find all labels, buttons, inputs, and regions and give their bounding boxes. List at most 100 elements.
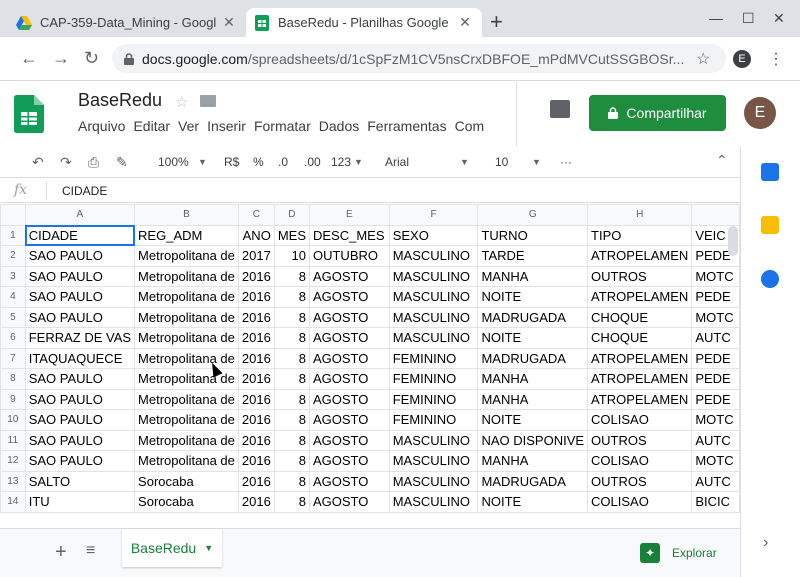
grid-cell[interactable]: Metropolitana de: [134, 306, 239, 328]
grid-cell[interactable]: OUTROS: [587, 470, 693, 492]
avatar[interactable]: E: [744, 97, 776, 129]
spreadsheet-grid[interactable]: ABCDEFGH 1 CIDADE REG_ADM ANO MES DESC_MES SEX…: [0, 204, 740, 528]
formula-input[interactable]: CIDADE: [62, 184, 107, 198]
grid-cell[interactable]: MASCULINO: [388, 306, 479, 328]
row-header[interactable]: 1: [0, 224, 26, 246]
grid-cell[interactable]: MOTC: [691, 450, 740, 472]
menu-ferramentas[interactable]: Ferramentas: [367, 118, 446, 134]
grid-cell[interactable]: NOITE: [477, 409, 589, 431]
row-header[interactable]: 8: [0, 368, 26, 390]
grid-cell[interactable]: MOTC: [691, 306, 740, 328]
grid-cell[interactable]: MASCULINO: [388, 491, 479, 513]
column-header[interactable]: G: [477, 204, 589, 226]
column-header[interactable]: C: [237, 204, 275, 226]
grid-cell[interactable]: AUTC: [691, 470, 740, 492]
grid-cell[interactable]: SAO PAULO: [24, 368, 136, 390]
grid-cell[interactable]: Metropolitana de: [134, 327, 239, 349]
grid-cell[interactable]: 2016: [237, 306, 275, 328]
comment-history-icon[interactable]: [550, 100, 570, 118]
grid-cell[interactable]: COLISAO: [587, 450, 693, 472]
grid-cell[interactable]: 2016: [237, 409, 275, 431]
grid-cell[interactable]: 2016: [237, 470, 275, 492]
grid-cell[interactable]: Metropolitana de: [134, 368, 239, 390]
chevron-right-icon[interactable]: ›: [763, 534, 768, 552]
tasks-icon[interactable]: [761, 270, 779, 288]
grid-cell[interactable]: Metropolitana de: [134, 450, 239, 472]
grid-cell[interactable]: Metropolitana de: [134, 245, 239, 267]
grid-cell[interactable]: MASCULINO: [388, 327, 479, 349]
select-all-corner[interactable]: [0, 204, 26, 226]
row-header[interactable]: 6: [0, 327, 26, 349]
grid-cell[interactable]: 2016: [237, 429, 275, 451]
grid-cell[interactable]: 8: [273, 327, 310, 349]
row-header[interactable]: 3: [0, 265, 26, 287]
chevron-down-icon[interactable]: ▼: [354, 157, 363, 167]
grid-cell[interactable]: MANHA: [477, 368, 589, 390]
grid-cell[interactable]: ATROPELAMEN: [587, 286, 693, 308]
more-formats-button[interactable]: 123: [331, 155, 351, 169]
menu-ver[interactable]: Ver: [178, 118, 199, 134]
vertical-scrollbar[interactable]: [728, 226, 738, 256]
row-header[interactable]: 14: [0, 491, 26, 513]
grid-cell[interactable]: FEMININO: [388, 347, 479, 369]
grid-cell[interactable]: ANO: [237, 224, 275, 246]
close-icon[interactable]: ✕: [220, 14, 238, 31]
grid-cell[interactable]: SAO PAULO: [24, 429, 136, 451]
grid-cell[interactable]: SALTO: [24, 470, 136, 492]
grid-cell[interactable]: SAO PAULO: [24, 286, 136, 308]
grid-cell[interactable]: CIDADE: [24, 224, 136, 246]
grid-cell[interactable]: MASCULINO: [388, 265, 479, 287]
decrease-decimal-button[interactable]: .0: [278, 155, 288, 169]
grid-cell[interactable]: AGOSTO: [308, 491, 390, 513]
collapse-menus-icon[interactable]: ⌃: [716, 152, 728, 169]
grid-cell[interactable]: MASCULINO: [388, 470, 479, 492]
address-bar[interactable]: docs.google.com /spreadsheets/d/1cSpFzM1…: [112, 44, 726, 73]
grid-cell[interactable]: AGOSTO: [308, 265, 390, 287]
star-icon[interactable]: ☆: [175, 93, 188, 111]
grid-cell[interactable]: AGOSTO: [308, 429, 390, 451]
calendar-icon[interactable]: [761, 163, 779, 181]
grid-cell[interactable]: AUTC: [691, 327, 740, 349]
grid-cell[interactable]: MASCULINO: [388, 245, 479, 267]
grid-cell[interactable]: 2016: [237, 347, 275, 369]
grid-cell[interactable]: 8: [273, 347, 310, 369]
chevron-down-icon[interactable]: ▼: [204, 543, 213, 553]
grid-cell[interactable]: AGOSTO: [308, 368, 390, 390]
grid-cell[interactable]: AGOSTO: [308, 347, 390, 369]
column-header[interactable]: [691, 204, 740, 226]
menu-inserir[interactable]: Inserir: [207, 118, 246, 134]
grid-cell[interactable]: FEMININO: [388, 388, 479, 410]
chevron-down-icon[interactable]: ▼: [198, 157, 207, 167]
row-header[interactable]: 2: [0, 245, 26, 267]
print-icon[interactable]: ⎙: [88, 154, 99, 171]
column-header[interactable]: D: [273, 204, 310, 226]
window-close-icon[interactable]: ✕: [773, 10, 785, 27]
grid-cell[interactable]: MES: [273, 224, 310, 246]
keep-icon[interactable]: [761, 216, 779, 234]
grid-cell[interactable]: FERRAZ DE VAS: [24, 327, 136, 349]
menu-formatar[interactable]: Formatar: [254, 118, 311, 134]
grid-cell[interactable]: SAO PAULO: [24, 265, 136, 287]
menu-editar[interactable]: Editar: [133, 118, 170, 134]
browser-menu-icon[interactable]: ⋮: [768, 49, 784, 69]
grid-cell[interactable]: TURNO: [477, 224, 589, 246]
grid-cell[interactable]: ATROPELAMEN: [587, 347, 693, 369]
grid-cell[interactable]: NOITE: [477, 327, 589, 349]
menu-comentarios[interactable]: Com: [455, 118, 485, 134]
grid-cell[interactable]: SAO PAULO: [24, 388, 136, 410]
grid-cell[interactable]: AGOSTO: [308, 286, 390, 308]
google-sheets-logo-icon[interactable]: [14, 95, 44, 133]
column-header[interactable]: E: [308, 204, 390, 226]
grid-cell[interactable]: MOTC: [691, 265, 740, 287]
chevron-down-icon[interactable]: ▼: [532, 157, 541, 167]
menu-arquivo[interactable]: Arquivo: [78, 118, 125, 134]
grid-cell[interactable]: Metropolitana de: [134, 286, 239, 308]
grid-cell[interactable]: FEMININO: [388, 409, 479, 431]
grid-cell[interactable]: CHOQUE: [587, 306, 693, 328]
font-size-select[interactable]: 10: [495, 155, 508, 169]
grid-cell[interactable]: TARDE: [477, 245, 589, 267]
grid-cell[interactable]: SEXO: [388, 224, 479, 246]
share-button[interactable]: Compartilhar: [589, 95, 726, 131]
grid-cell[interactable]: MANHA: [477, 265, 589, 287]
grid-cell[interactable]: PEDE: [691, 368, 740, 390]
